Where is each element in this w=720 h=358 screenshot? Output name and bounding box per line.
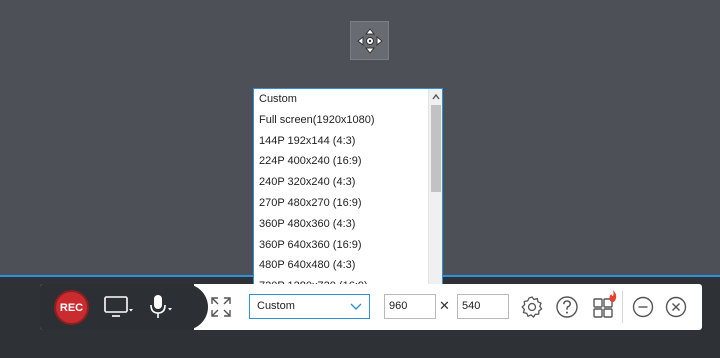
option-360p-16-9[interactable]: 360P 640x360 (16:9) [254, 235, 428, 256]
flame-icon [609, 290, 617, 302]
resolution-dropdown-list[interactable]: Custom Full screen(1920x1080) 144P 192x1… [253, 88, 443, 295]
close-icon [665, 296, 687, 318]
height-input[interactable]: 540 [457, 294, 509, 319]
option-270p[interactable]: 270P 480x270 (16:9) [254, 193, 428, 214]
width-input[interactable]: 960 [384, 294, 436, 319]
option-480p[interactable]: 480P 640x480 (4:3) [254, 255, 428, 276]
option-144p[interactable]: 144P 192x144 (4:3) [254, 131, 428, 152]
option-224p[interactable]: 224P 400x240 (16:9) [254, 151, 428, 172]
resolution-select[interactable]: Custom [249, 294, 370, 319]
help-button[interactable] [554, 294, 580, 320]
recorder-toolbar: REC Custom 960 ✕ 540 [40, 284, 702, 330]
times-symbol: ✕ [439, 298, 450, 313]
microphone-icon [150, 295, 172, 318]
scroll-thumb[interactable] [431, 105, 441, 192]
resolution-select-value: Custom [257, 300, 295, 312]
minimize-icon [632, 296, 654, 318]
audio-source-button[interactable] [146, 292, 176, 322]
expand-icon [211, 297, 231, 317]
resolution-options: Custom Full screen(1920x1080) 144P 192x1… [254, 89, 428, 294]
rec-button[interactable]: REC [54, 290, 89, 325]
option-custom[interactable]: Custom [254, 89, 428, 110]
scroll-up-button[interactable] [429, 90, 442, 103]
chevron-down-icon [350, 303, 362, 310]
settings-icon [521, 296, 543, 318]
move-handle[interactable] [350, 21, 389, 60]
option-360p-4-3[interactable]: 360P 480x360 (4:3) [254, 214, 428, 235]
help-icon [556, 296, 578, 318]
option-240p[interactable]: 240P 320x240 (4:3) [254, 172, 428, 193]
fullscreen-button[interactable] [208, 294, 234, 320]
dropdown-scrollbar[interactable] [428, 89, 442, 294]
close-button[interactable] [664, 295, 688, 319]
toolbar-divider [622, 291, 623, 323]
move-icon [356, 27, 383, 54]
chevron-up-icon [431, 93, 440, 99]
option-full-screen[interactable]: Full screen(1920x1080) [254, 110, 428, 131]
monitor-icon [104, 296, 133, 317]
recorder-window: Custom Full screen(1920x1080) 144P 192x1… [0, 0, 720, 358]
settings-button[interactable] [519, 294, 545, 320]
more-tools-button[interactable] [590, 290, 620, 320]
screen-source-button[interactable] [103, 294, 135, 320]
minimize-button[interactable] [631, 295, 655, 319]
